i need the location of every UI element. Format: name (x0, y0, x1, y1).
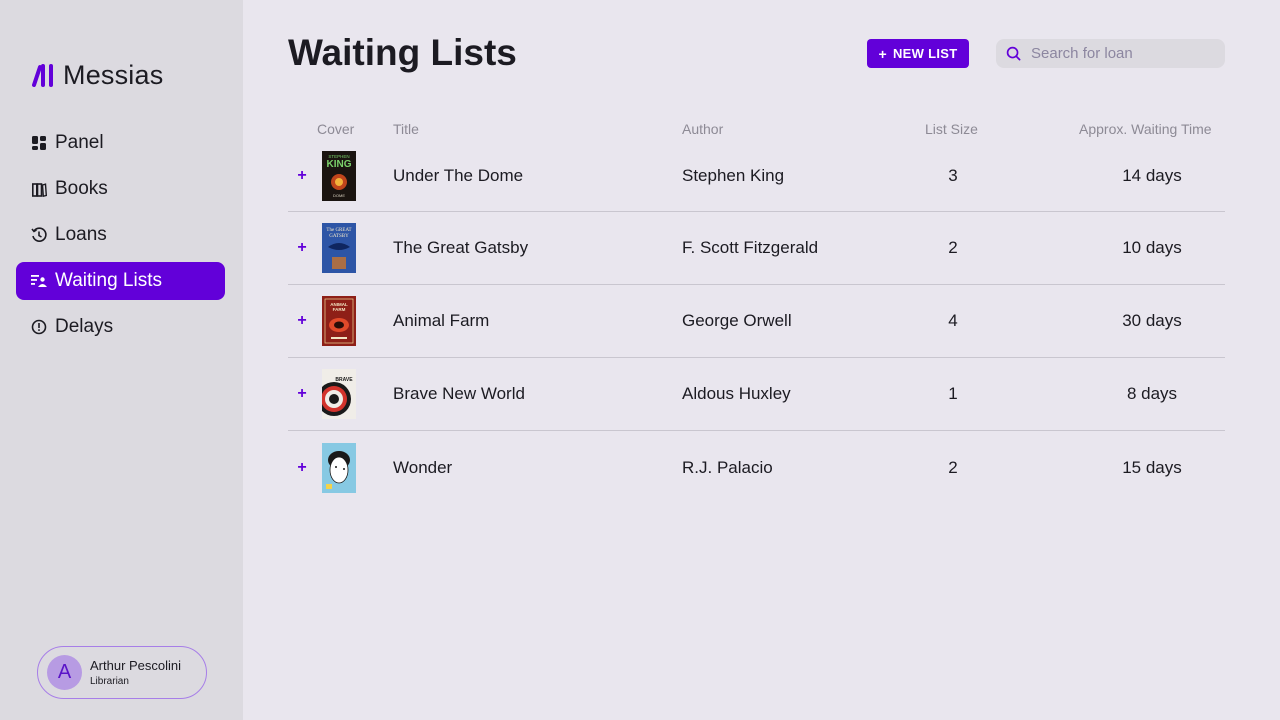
brand[interactable]: Messias (32, 60, 163, 90)
plus-icon: + (878, 45, 887, 62)
user-role: Librarian (90, 676, 129, 687)
column-header-waiting-time[interactable]: Approx. Waiting Time (1079, 121, 1212, 137)
waiting-time: 10 days (1122, 238, 1182, 257)
svg-text:DOME: DOME (333, 193, 345, 198)
sidebar-item-books[interactable]: Books (16, 170, 225, 208)
avatar: A (47, 655, 82, 690)
sidebar-item-loans[interactable]: Loans (16, 216, 225, 254)
books-icon (31, 181, 47, 197)
brand-logo-icon (32, 64, 53, 87)
sidebar-item-delays[interactable]: Delays (16, 308, 225, 346)
search-input[interactable] (1031, 45, 1211, 62)
user-name: Arthur Pescolini (90, 658, 182, 673)
sidebar-item-waiting-lists[interactable]: Waiting Lists (16, 262, 225, 300)
book-title: Under The Dome (393, 165, 524, 185)
expand-icon[interactable]: + (296, 167, 308, 185)
waiting-list-icon (31, 273, 47, 289)
svg-text:BRAVE: BRAVE (335, 377, 353, 383)
brave-new-world-cover-icon: BRAVE (322, 369, 356, 419)
new-list-label: NEW LIST (892, 46, 958, 61)
sidebar-item-label: Waiting Lists (55, 270, 162, 291)
list-size: 4 (948, 311, 958, 330)
table-header: Cover Title Author List Size Approx. Wai… (288, 118, 1225, 140)
sidebar-nav: Panel Books Loans Waiting Lists Delays (16, 124, 225, 354)
waiting-list-table: Cover Title Author List Size Approx. Wai… (288, 118, 1225, 504)
column-header-list-size[interactable]: List Size (925, 121, 978, 137)
table-row[interactable]: + BRAVE Brave New World Aldous Huxley 1 … (288, 358, 1225, 431)
search-icon (1006, 46, 1021, 61)
great-gatsby-cover-icon: The GREAT GATSBY (322, 223, 356, 273)
waiting-time: 8 days (1126, 384, 1178, 403)
book-author: R.J. Palacio (682, 457, 773, 477)
book-title: Wonder (393, 457, 453, 477)
expand-icon[interactable]: + (296, 385, 308, 403)
loans-icon (31, 227, 47, 243)
table-row[interactable]: + STEPHEN KING DOME Under The Dome Steph… (288, 140, 1225, 212)
column-header-author[interactable]: Author (682, 121, 723, 137)
svg-text:KING: KING (327, 159, 352, 170)
book-author: F. Scott Fitzgerald (682, 238, 819, 257)
expand-icon[interactable]: + (296, 312, 308, 330)
book-author: Stephen King (682, 165, 785, 185)
table-body: + STEPHEN KING DOME Under The Dome Steph… (288, 140, 1225, 504)
wonder-cover-icon (322, 442, 356, 493)
new-list-button[interactable]: + NEW LIST (867, 39, 969, 68)
sidebar-item-label: Books (55, 178, 108, 199)
book-title: Brave New World (393, 384, 525, 403)
user-info: Arthur Pescolini Librarian (90, 658, 181, 687)
sidebar-item-panel[interactable]: Panel (16, 124, 225, 162)
list-size: 1 (948, 384, 958, 403)
book-author: Aldous Huxley (682, 384, 791, 403)
panel-icon (31, 135, 47, 151)
list-size: 3 (948, 165, 958, 185)
book-author: George Orwell (682, 311, 792, 330)
under-the-dome-cover-icon: STEPHEN KING DOME (322, 150, 356, 201)
column-header-title[interactable]: Title (393, 121, 419, 137)
book-title: The Great Gatsby (393, 238, 529, 257)
sidebar-item-label: Loans (55, 224, 107, 245)
svg-text:GATSBY: GATSBY (329, 234, 349, 239)
waiting-time: 30 days (1122, 311, 1182, 330)
table-row[interactable]: + Wonder R.J. Palacio 2 15 days (288, 431, 1225, 504)
expand-icon[interactable]: + (296, 239, 308, 257)
svg-text:FARM: FARM (333, 307, 346, 312)
sidebar-item-label: Delays (55, 316, 114, 337)
list-size: 2 (948, 238, 958, 257)
brand-name: Messias (63, 59, 164, 90)
page-title: Waiting Lists (288, 32, 517, 73)
table-row[interactable]: + The GREAT GATSBY The Great Gatsby F. S… (288, 212, 1225, 285)
waiting-time: 14 days (1122, 165, 1182, 185)
animal-farm-cover-icon: ANIMAL FARM (322, 296, 356, 346)
table-row[interactable]: + ANIMAL FARM Animal Farm George Orwell … (288, 285, 1225, 358)
search-box[interactable] (996, 39, 1225, 68)
column-header-cover[interactable]: Cover (317, 121, 354, 137)
expand-icon[interactable]: + (296, 459, 308, 477)
svg-text:The GREAT: The GREAT (326, 228, 351, 233)
book-title: Animal Farm (393, 311, 490, 330)
list-size: 2 (948, 457, 958, 477)
sidebar: Messias Panel Books Loans Waiting Lists (0, 0, 243, 720)
user-card[interactable]: A Arthur Pescolini Librarian (37, 646, 207, 699)
waiting-time: 15 days (1122, 457, 1182, 477)
delay-icon (31, 319, 47, 335)
sidebar-item-label: Panel (55, 132, 104, 153)
